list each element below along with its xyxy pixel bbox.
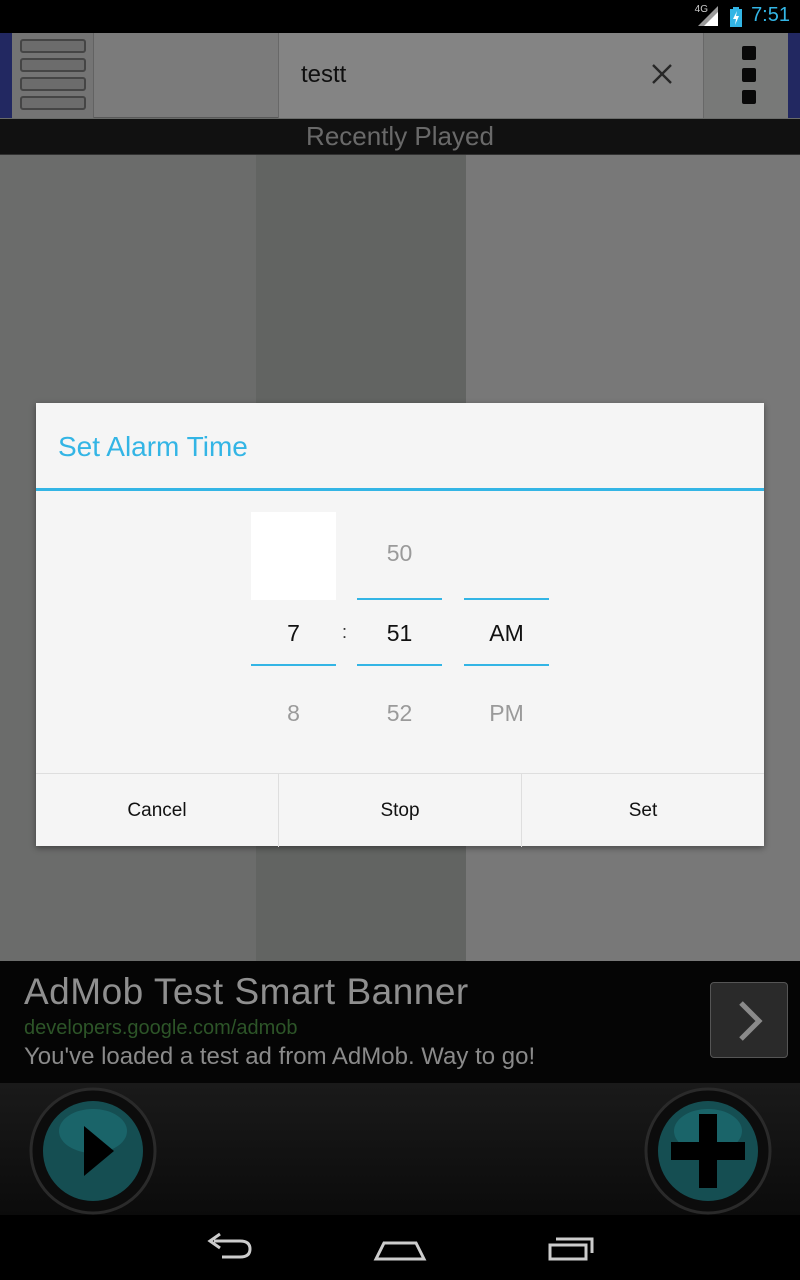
add-button[interactable] bbox=[643, 1086, 773, 1216]
stop-button[interactable]: Stop bbox=[279, 774, 521, 847]
ampm-current[interactable]: AM bbox=[464, 620, 549, 647]
player-bar bbox=[0, 1083, 800, 1215]
dialog-title: Set Alarm Time bbox=[58, 431, 248, 462]
ampm-next[interactable]: PM bbox=[464, 700, 549, 727]
back-icon[interactable] bbox=[200, 1227, 260, 1267]
cancel-button[interactable]: Cancel bbox=[36, 774, 278, 847]
set-button[interactable]: Set bbox=[522, 774, 764, 847]
minute-prev[interactable]: 50 bbox=[357, 540, 442, 567]
ad-url[interactable]: developers.google.com/admob bbox=[24, 1017, 298, 1040]
system-nav-bar bbox=[0, 1215, 800, 1280]
set-alarm-dialog: Set Alarm Time 7 8 : 50 51 52 AM PM Canc… bbox=[36, 403, 764, 847]
time-separator: : bbox=[342, 622, 348, 642]
minute-next[interactable]: 52 bbox=[357, 700, 442, 727]
signal-icon bbox=[698, 6, 718, 26]
clock: 7:51 bbox=[751, 4, 790, 26]
hour-divider bbox=[251, 664, 336, 666]
ad-open-button[interactable] bbox=[710, 982, 788, 1058]
minute-current[interactable]: 51 bbox=[357, 620, 442, 647]
recents-icon[interactable] bbox=[542, 1227, 602, 1267]
hour-current[interactable]: 7 bbox=[251, 620, 336, 647]
minute-divider-bottom bbox=[357, 664, 442, 666]
status-bar: 4G 7:51 bbox=[0, 0, 800, 33]
ampm-divider-top bbox=[464, 598, 549, 600]
hour-prev-slot[interactable] bbox=[251, 512, 336, 600]
dialog-button-bar: Cancel Stop Set bbox=[36, 773, 764, 847]
ad-banner[interactable]: AdMob Test Smart Banner developers.googl… bbox=[0, 961, 800, 1083]
chevron-right-icon bbox=[739, 1001, 763, 1041]
minute-divider-top bbox=[357, 598, 442, 600]
ad-description: You've loaded a test ad from AdMob. Way … bbox=[24, 1043, 536, 1070]
hour-next[interactable]: 8 bbox=[251, 700, 336, 727]
title-divider bbox=[36, 488, 764, 491]
ad-title[interactable]: AdMob Test Smart Banner bbox=[24, 971, 469, 1013]
home-icon[interactable] bbox=[370, 1227, 430, 1267]
ampm-divider-bottom bbox=[464, 664, 549, 666]
play-button[interactable] bbox=[28, 1086, 158, 1216]
battery-icon bbox=[730, 7, 742, 27]
